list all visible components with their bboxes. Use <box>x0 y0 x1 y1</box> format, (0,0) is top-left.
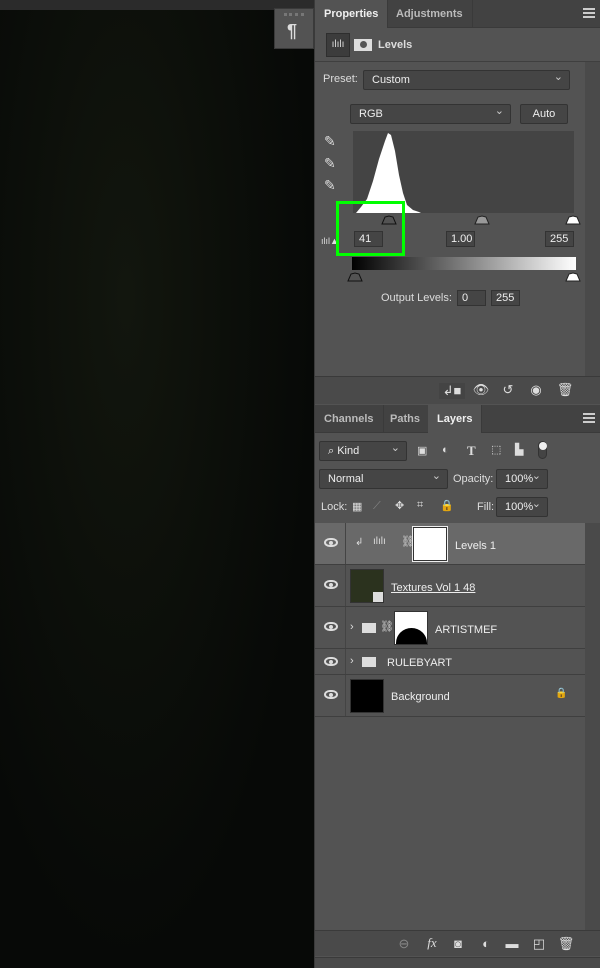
output-slider[interactable] <box>345 269 585 283</box>
clip-to-layer-icon[interactable]: ↲■ <box>439 383 465 399</box>
levels-icon[interactable]: ılılı <box>326 33 350 57</box>
lock-label: Lock: <box>321 501 348 513</box>
panel-resize-handle[interactable] <box>315 957 600 968</box>
search-icon: ⌕ <box>328 445 338 457</box>
input-gamma-field[interactable]: 1.00 <box>446 231 475 247</box>
tab-layers[interactable]: Layers <box>428 405 483 433</box>
filter-type-icon[interactable]: T <box>467 443 476 459</box>
output-levels-label: Output Levels: <box>381 292 452 304</box>
visibility-eye-icon[interactable] <box>324 657 338 666</box>
lock-all-icon[interactable]: 🔒 <box>440 499 454 512</box>
layer-mask-thumbnail[interactable] <box>412 526 448 562</box>
auto-button[interactable]: Auto <box>520 104 568 124</box>
filter-shape-icon[interactable]: ⬚ <box>491 443 501 456</box>
channel-dropdown[interactable]: RGB <box>350 102 511 124</box>
opacity-label: Opacity: <box>453 473 494 485</box>
opacity-field[interactable]: 100% <box>496 467 548 489</box>
link-icon[interactable]: ⛓ <box>380 620 394 633</box>
layer-row-rulebyart[interactable]: › RULEBYART <box>315 649 585 675</box>
lock-icon: 🔒 <box>555 688 568 699</box>
add-mask-icon[interactable]: ◙ <box>449 936 467 951</box>
delete-icon[interactable]: 🗑 <box>556 382 574 398</box>
highlight-box <box>336 201 405 256</box>
expand-chevron-icon[interactable]: › <box>350 655 354 667</box>
layer-row-levels-1[interactable]: ↲ ılılı ⛓ Levels 1 <box>315 523 585 565</box>
white-eyedropper-icon[interactable]: ✎ <box>324 177 336 194</box>
filter-smart-object-icon[interactable]: ▙ <box>515 443 523 456</box>
delete-layer-icon[interactable]: 🗑 <box>557 936 575 952</box>
right-panels: Properties Adjustments ılılı Levels Pres… <box>314 0 600 968</box>
layer-name[interactable]: Textures Vol 1 48 <box>391 582 475 594</box>
layer-name[interactable]: RULEBYART <box>387 657 452 669</box>
tab-paths[interactable]: Paths <box>381 405 430 433</box>
layers-scrollbar[interactable] <box>585 523 600 930</box>
tab-properties[interactable]: Properties <box>315 0 389 28</box>
filter-pixel-icon[interactable]: ▣ <box>417 444 427 457</box>
properties-scrollbar[interactable] <box>585 62 600 376</box>
expand-chevron-icon[interactable]: › <box>350 621 354 633</box>
properties-tabs: Properties Adjustments <box>315 0 600 28</box>
folder-icon <box>362 657 376 667</box>
layer-row-artistmef[interactable]: › ⛓ ARTISTMEF <box>315 607 585 649</box>
filter-toggle[interactable] <box>538 441 547 459</box>
visibility-eye-icon[interactable] <box>324 580 338 589</box>
white-point-handle <box>565 215 581 225</box>
layer-name[interactable]: Background <box>391 691 450 703</box>
collapsed-panel-dock[interactable]: ¶ <box>274 8 314 49</box>
preset-label: Preset: <box>323 73 358 85</box>
layers-footer: ⊖ fx ◙ ◐ ▬ ◰ 🗑 <box>315 930 600 956</box>
layer-row-textures[interactable]: Textures Vol 1 48 <box>315 565 585 607</box>
folder-icon <box>362 623 376 633</box>
mask-icon[interactable] <box>354 39 372 51</box>
fill-label: Fill: <box>477 501 495 513</box>
clipping-arrow-icon: ↲ <box>355 537 364 548</box>
output-white-field[interactable]: 255 <box>491 290 520 306</box>
visibility-eye-icon[interactable] <box>324 622 338 631</box>
fx-icon[interactable]: fx <box>423 935 441 951</box>
lock-position-icon[interactable]: ✥ <box>395 499 404 512</box>
layers-menu-icon[interactable] <box>583 413 595 423</box>
visibility-icon[interactable]: ◉ <box>527 382 545 398</box>
tab-channels[interactable]: Channels <box>315 405 384 433</box>
paragraph-icon[interactable]: ¶ <box>287 21 297 42</box>
blend-mode-dropdown[interactable]: Normal <box>319 467 448 489</box>
layer-name[interactable]: ARTISTMEF <box>435 624 497 636</box>
lock-brush-icon[interactable]: ⟋ <box>373 500 381 513</box>
group-mask-thumbnail[interactable] <box>394 611 428 645</box>
output-black-field[interactable]: 0 <box>457 290 486 306</box>
input-white-field[interactable]: 255 <box>545 231 574 247</box>
tab-adjustments[interactable]: Adjustments <box>387 0 473 28</box>
layer-thumbnail[interactable] <box>350 569 384 603</box>
filter-adjustment-icon[interactable]: ◐ <box>442 444 449 456</box>
lock-artboard-icon[interactable]: ⌗ <box>417 499 423 512</box>
document-canvas[interactable] <box>0 10 314 968</box>
fill-field[interactable]: 100% <box>496 495 548 517</box>
new-layer-icon[interactable]: ◰ <box>530 936 548 952</box>
panel-menu-icon[interactable] <box>583 8 595 18</box>
properties-footer: ↲■ 👁 ↺ ◉ 🗑 <box>315 376 600 404</box>
gray-eyedropper-icon[interactable]: ✎ <box>324 155 336 172</box>
preset-dropdown[interactable]: Custom <box>363 68 570 90</box>
reset-icon[interactable]: ↺ <box>499 382 517 398</box>
grip-handle[interactable] <box>284 13 304 16</box>
layer-row-background[interactable]: Background 🔒 <box>315 675 585 717</box>
layer-name[interactable]: Levels 1 <box>455 540 496 552</box>
visibility-eye-icon[interactable] <box>324 538 338 547</box>
adjustment-title: Levels <box>378 39 413 51</box>
black-eyedropper-icon[interactable]: ✎ <box>324 133 336 150</box>
canvas-top-bar <box>0 0 314 10</box>
filter-kind-dropdown[interactable]: ⌕ Kind <box>319 439 407 461</box>
levels-icon: ılılı <box>373 536 386 547</box>
lock-transparent-icon[interactable]: ▦ <box>352 500 362 513</box>
link-layers-icon[interactable]: ⊖ <box>395 936 413 952</box>
gamma-handle <box>474 215 490 225</box>
view-previous-state-icon[interactable]: 👁 <box>469 382 493 398</box>
new-group-icon[interactable]: ▬ <box>503 936 521 951</box>
visibility-eye-icon[interactable] <box>324 690 338 699</box>
layers-tabs: Channels Paths Layers <box>315 405 600 433</box>
layer-thumbnail[interactable] <box>350 679 384 713</box>
smart-object-badge-icon <box>373 592 383 602</box>
new-adjustment-icon[interactable]: ◐ <box>477 936 495 951</box>
